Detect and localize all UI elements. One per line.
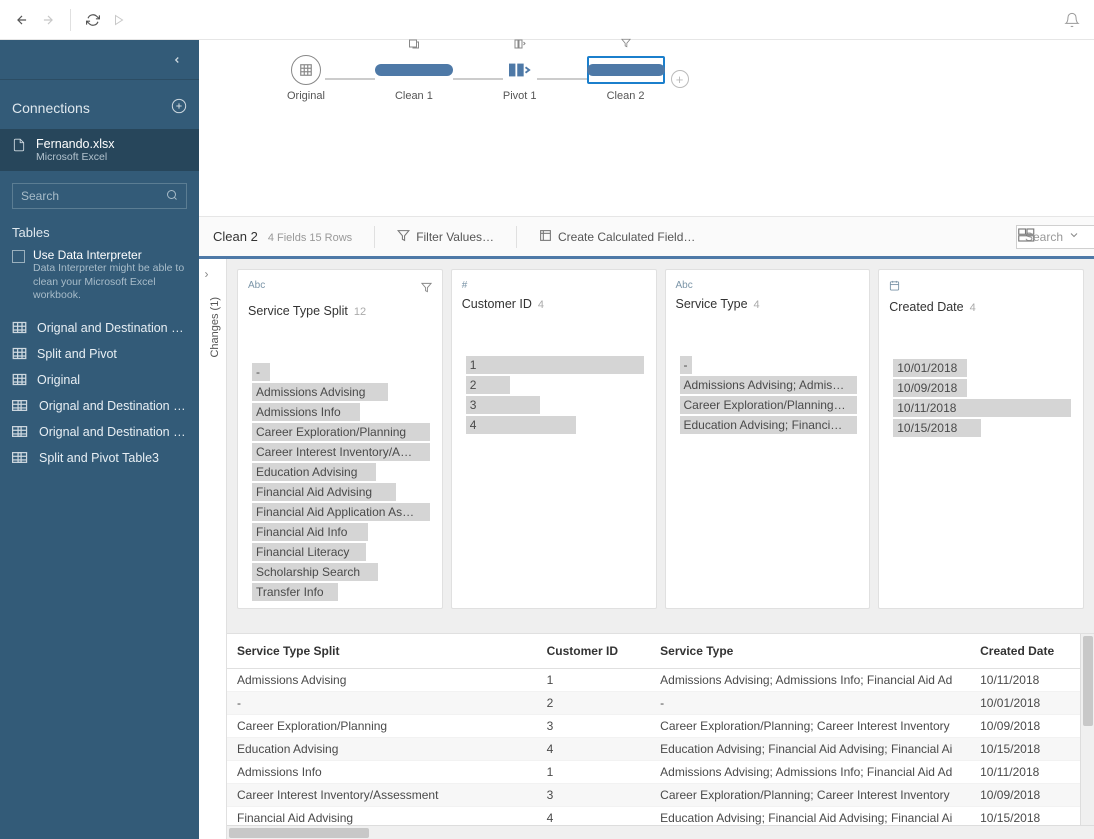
value-row[interactable]: 10/15/2018 — [889, 418, 1073, 438]
data-grid[interactable]: Service Type SplitCustomer IDService Typ… — [227, 634, 1094, 825]
value-row[interactable]: 3 — [462, 395, 646, 415]
value-row[interactable]: Transfer Info — [248, 582, 432, 602]
step-title: Clean 2 — [213, 229, 258, 244]
column-header[interactable]: Created Date — [970, 634, 1094, 669]
value-row[interactable]: - — [248, 362, 432, 382]
value-row[interactable]: Financial Aid Info — [248, 522, 432, 542]
value-row[interactable]: Education Advising — [248, 462, 432, 482]
filter-icon — [397, 229, 410, 245]
field-card[interactable]: Created Date410/01/201810/09/201810/11/2… — [878, 269, 1084, 609]
table-row[interactable]: Financial Aid Advising4Education Advisin… — [227, 807, 1094, 826]
value-row[interactable]: 1 — [462, 355, 646, 375]
value-row[interactable]: Education Advising; Financi… — [676, 415, 860, 435]
column-header[interactable]: Service Type Split — [227, 634, 537, 669]
step-subtitle: 4 Fields 15 Rows — [268, 232, 352, 244]
collapse-sidebar-icon[interactable] — [169, 52, 185, 68]
data-interpreter[interactable]: Use Data Interpreter Data Interpreter mi… — [0, 248, 199, 315]
table-item[interactable]: Orignal and Destination … — [0, 315, 199, 341]
flow-node-clean1[interactable]: Clean 1 — [375, 56, 453, 102]
connection-file[interactable]: Fernando.xlsx Microsoft Excel — [0, 129, 199, 171]
value-row[interactable]: 10/11/2018 — [889, 398, 1073, 418]
file-icon — [12, 137, 26, 156]
value-row[interactable]: Career Exploration/Planning — [248, 422, 432, 442]
calc-icon — [539, 229, 552, 245]
scrollbar-horizontal[interactable] — [227, 825, 1094, 839]
field-card[interactable]: #Customer ID41234 — [451, 269, 657, 609]
chevron-right-icon: › — [205, 267, 209, 281]
value-row[interactable]: - — [676, 355, 860, 375]
value-row[interactable]: 10/09/2018 — [889, 378, 1073, 398]
flow-canvas[interactable]: Original Clean 1 Pivot 1 — [199, 40, 1094, 216]
table-item[interactable]: Orignal and Destination … — [0, 393, 199, 419]
sidebar: Connections Fernando.xlsx Microsoft Exce… — [0, 40, 199, 839]
checkbox[interactable] — [12, 250, 25, 263]
flow-node-original[interactable]: Original — [287, 56, 325, 102]
back-icon[interactable] — [14, 12, 30, 28]
create-calc-button[interactable]: Create Calculated Field… — [539, 229, 695, 245]
field-card[interactable]: AbcService Type4-Admissions Advising; Ad… — [665, 269, 871, 609]
table-item[interactable]: Split and Pivot Table3 — [0, 445, 199, 471]
filter-values-button[interactable]: Filter Values… — [397, 229, 494, 245]
refresh-icon[interactable] — [85, 12, 101, 28]
forward-icon — [40, 12, 56, 28]
table-item[interactable]: Split and Pivot — [0, 341, 199, 367]
add-connection-icon[interactable] — [171, 98, 187, 117]
connections-label: Connections — [12, 100, 90, 116]
filter-icon — [621, 38, 631, 51]
table-row[interactable]: -2-10/01/2018 — [227, 692, 1094, 715]
scrollbar-vertical[interactable] — [1080, 634, 1094, 825]
tables-label: Tables — [0, 221, 199, 248]
flow-node-clean2[interactable]: Clean 2 — [587, 56, 665, 102]
step-toolbar: Clean 2 4 Fields 15 Rows Filter Values… … — [199, 216, 1094, 256]
output-icon — [408, 38, 420, 53]
field-card[interactable]: AbcService Type Split12-Admissions Advis… — [237, 269, 443, 609]
value-row[interactable]: 4 — [462, 415, 646, 435]
add-step-icon[interactable]: + — [671, 70, 689, 88]
value-row[interactable]: Career Interest Inventory/A… — [248, 442, 432, 462]
bell-icon[interactable] — [1064, 12, 1080, 28]
sidebar-search[interactable]: Search — [12, 183, 187, 209]
search-icon — [166, 189, 178, 204]
table-row[interactable]: Education Advising4Education Advising; F… — [227, 738, 1094, 761]
column-header[interactable]: Service Type — [650, 634, 970, 669]
flow-node-pivot1[interactable]: Pivot 1 — [503, 56, 537, 102]
value-row[interactable]: Financial Literacy — [248, 542, 432, 562]
table-item[interactable]: Original — [0, 367, 199, 393]
table-row[interactable]: Admissions Advising1Admissions Advising;… — [227, 669, 1094, 692]
view-toggle-icon[interactable] — [1018, 228, 1036, 245]
changes-panel-toggle[interactable]: › Changes (1) — [199, 259, 227, 839]
table-row[interactable]: Career Exploration/Planning3Career Explo… — [227, 715, 1094, 738]
table-item[interactable]: Orignal and Destination … — [0, 419, 199, 445]
value-row[interactable]: Financial Aid Application As… — [248, 502, 432, 522]
play-icon — [111, 12, 127, 28]
table-row[interactable]: Career Interest Inventory/Assessment3Car… — [227, 784, 1094, 807]
value-row[interactable]: Admissions Info — [248, 402, 432, 422]
value-row[interactable]: Financial Aid Advising — [248, 482, 432, 502]
column-header[interactable]: Customer ID — [537, 634, 651, 669]
value-row[interactable]: Scholarship Search — [248, 562, 432, 582]
chevron-down-icon[interactable] — [1068, 229, 1080, 244]
table-row[interactable]: Admissions Info1Admissions Advising; Adm… — [227, 761, 1094, 784]
pivot-icon — [513, 38, 527, 53]
value-row[interactable]: 10/01/2018 — [889, 358, 1073, 378]
value-row[interactable]: Admissions Advising — [248, 382, 432, 402]
value-row[interactable]: Career Exploration/Planning… — [676, 395, 860, 415]
value-row[interactable]: 2 — [462, 375, 646, 395]
filter-icon — [421, 280, 432, 298]
value-row[interactable]: Admissions Advising; Admis… — [676, 375, 860, 395]
